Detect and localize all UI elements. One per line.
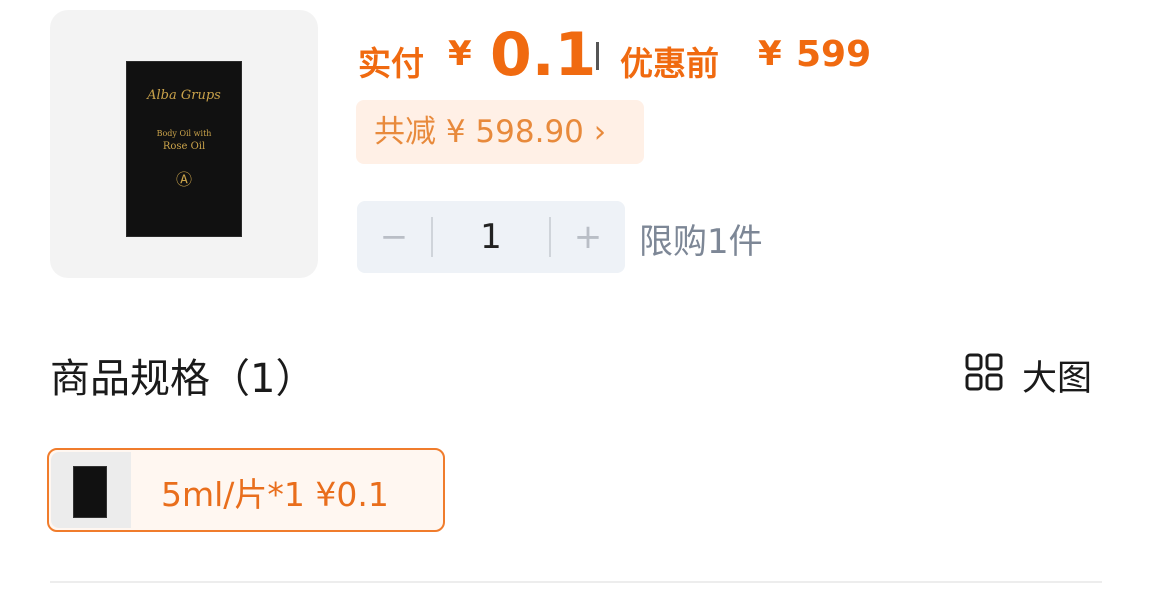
spec-thumbnail — [51, 452, 131, 528]
sachet-line1: Body Oil with — [156, 129, 212, 138]
spec-option[interactable]: 5ml/片*1 ¥0.1 — [47, 448, 445, 532]
increase-button[interactable]: + — [551, 201, 625, 273]
discount-badge[interactable]: 共减 ¥ 598.90 › — [356, 100, 644, 164]
big-image-toggle[interactable]: 大图 — [1022, 350, 1092, 401]
product-sachet: Alba Grups Body Oil with Rose Oil Ⓐ — [126, 61, 242, 237]
price-separator — [596, 42, 599, 70]
currency-symbol: ¥ — [758, 34, 782, 74]
currency-symbol: ¥ — [448, 34, 472, 74]
spec-sachet-image — [73, 466, 107, 518]
quantity-field[interactable]: 1 — [433, 201, 549, 273]
grid-icon[interactable] — [965, 353, 1003, 391]
original-price: 599 — [796, 34, 872, 75]
quantity-stepper: − 1 + — [357, 201, 625, 273]
purchase-limit: 限购1件 — [639, 222, 763, 262]
paid-price: 0.1 — [490, 20, 597, 90]
spec-title: 商品规格（1） — [50, 356, 316, 402]
spec-option-label: 5ml/片*1 ¥0.1 — [161, 475, 389, 514]
brand-logo-icon: Ⓐ — [175, 170, 192, 189]
bottom-divider — [50, 581, 1102, 583]
sachet-brand: Alba Grups — [147, 88, 221, 103]
product-image[interactable]: Alba Grups Body Oil with Rose Oil Ⓐ — [50, 10, 318, 278]
decrease-button[interactable]: − — [357, 201, 431, 273]
sachet-line2: Rose Oil — [162, 141, 206, 152]
original-price-label: 优惠前 — [620, 44, 719, 83]
paid-label: 实付 — [358, 44, 424, 83]
